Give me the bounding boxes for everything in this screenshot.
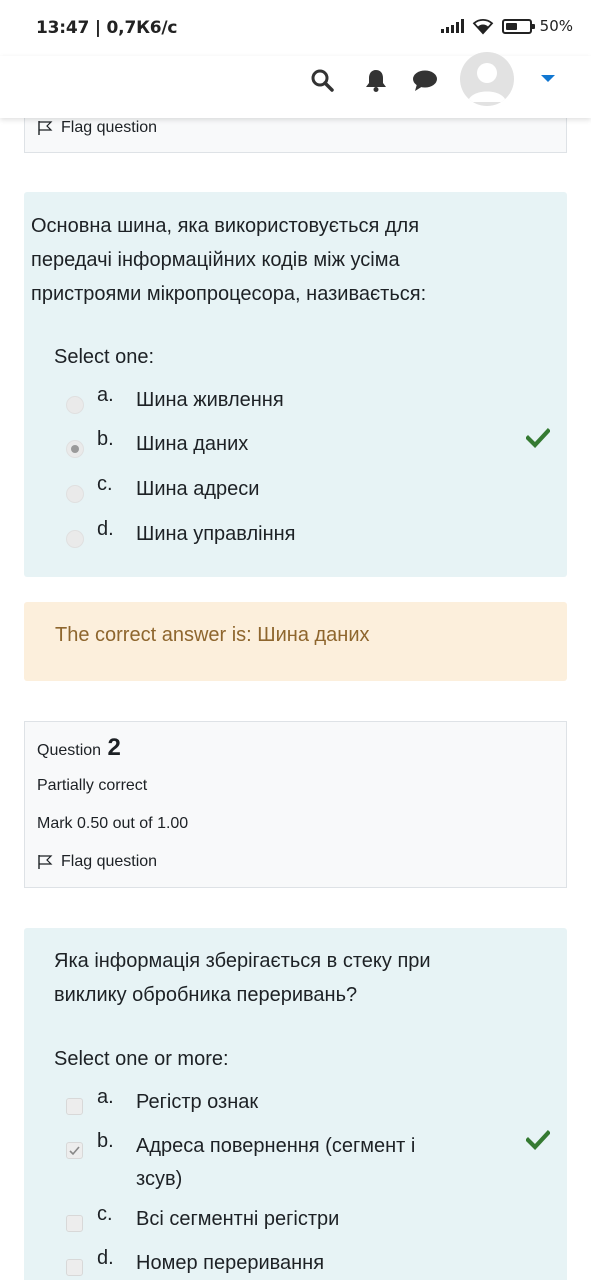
flag-question-label: Flag question: [61, 119, 158, 136]
option-text: Шина живлення: [136, 389, 284, 411]
question2-option-d[interactable]: d. Номер переривання: [66, 1247, 536, 1280]
status-time: 13:47 | 0,7К6/с: [36, 18, 178, 38]
option-text: Шина адреси: [136, 478, 260, 500]
question1-feedback: The correct answer is: Шина даних: [24, 602, 567, 681]
question1-option-c[interactable]: c. Шина адреси: [66, 473, 536, 513]
checkbox[interactable]: [66, 1259, 83, 1276]
question-number: Question 2: [37, 734, 121, 762]
question-number-value: 2: [107, 734, 121, 761]
question2-prompt: Select one or more:: [54, 1048, 229, 1070]
question-mark: Mark 0.50 out of 1.00: [37, 815, 189, 832]
status-bar: 13:47 | 0,7К6/с 50%: [0, 0, 591, 56]
flag-question-link[interactable]: Flag question: [37, 119, 157, 137]
chat-icon[interactable]: [412, 70, 438, 92]
option-text: Всі сегментні регістри: [136, 1208, 340, 1230]
option-letter: d.: [97, 1247, 114, 1269]
option-text: Адреса повернення (сегмент і зсув): [136, 1135, 416, 1190]
question-state: Partially correct: [37, 777, 148, 794]
top-navbar: [0, 52, 591, 118]
wifi-icon: [472, 19, 493, 35]
search-icon[interactable]: [310, 68, 334, 92]
radio-button[interactable]: [66, 530, 84, 548]
option-text: Регістр ознак: [136, 1091, 259, 1113]
question2-info-card: Question 2 Partially correct Mark 0.50 o…: [24, 721, 567, 888]
option-text: Шина управління: [136, 523, 296, 545]
user-avatar-icon[interactable]: [460, 52, 514, 106]
correct-answer-text: The correct answer is: Шина даних: [55, 624, 370, 646]
question1-text: Основна шина, яка використовується для п…: [31, 215, 427, 305]
option-letter: a.: [97, 384, 114, 406]
question1-option-a[interactable]: a. Шина живлення: [66, 384, 536, 424]
flag-question-label: Flag question: [61, 853, 158, 870]
question-label: Question: [37, 742, 102, 759]
bell-icon[interactable]: [364, 68, 388, 92]
option-text: Номер переривання: [136, 1252, 325, 1274]
correct-check-icon: [526, 1130, 550, 1150]
radio-button[interactable]: [66, 396, 84, 414]
radio-button-selected[interactable]: [66, 440, 84, 458]
option-letter: a.: [97, 1086, 114, 1108]
status-indicators: 50%: [440, 17, 573, 35]
battery-percent: 50%: [539, 17, 573, 35]
option-letter: c.: [97, 1203, 113, 1225]
option-letter: b.: [97, 428, 114, 450]
question2-text: Яка інформація зберігається в стеку при …: [54, 950, 431, 1006]
flag-icon: [38, 121, 53, 135]
question2-option-b[interactable]: b. Адреса повернення (сегмент і зсув): [66, 1130, 550, 1196]
checkmark-icon: [69, 1146, 80, 1156]
checkbox[interactable]: [66, 1215, 83, 1232]
signal-icon: [440, 19, 464, 33]
correct-check-icon: [526, 428, 550, 448]
option-letter: b.: [97, 1130, 114, 1152]
battery-icon: [501, 18, 535, 34]
option-text: Шина даних: [136, 433, 249, 455]
question1-option-b[interactable]: b. Шина даних: [66, 428, 550, 468]
checkbox-checked[interactable]: [66, 1142, 83, 1159]
checkbox[interactable]: [66, 1098, 83, 1115]
question2-option-c[interactable]: c. Всі сегментні регістри: [66, 1203, 536, 1243]
flag-icon: [38, 855, 53, 869]
option-letter: c.: [97, 473, 113, 495]
flag-question-link[interactable]: Flag question: [37, 853, 157, 871]
caret-down-icon[interactable]: [541, 75, 555, 82]
question1-option-d[interactable]: d. Шина управління: [66, 518, 536, 558]
radio-button[interactable]: [66, 485, 84, 503]
option-letter: d.: [97, 518, 114, 540]
question2-option-a[interactable]: a. Регістр ознак: [66, 1086, 536, 1126]
question1-prompt: Select one:: [54, 346, 155, 368]
